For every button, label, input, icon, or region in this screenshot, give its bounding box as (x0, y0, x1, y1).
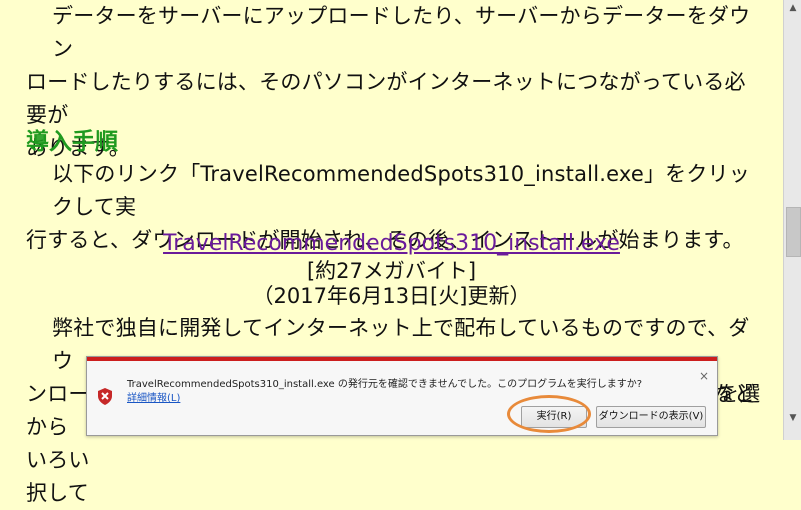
security-shield-icon (98, 388, 112, 405)
section-heading: 導入手順 (26, 129, 118, 155)
dialog-message: TravelRecommendedSpots310_install.exe の発… (127, 379, 643, 390)
scroll-thumb[interactable] (786, 207, 801, 257)
notice-line: 択して (26, 481, 89, 505)
run-button[interactable]: 実行(R) (521, 406, 587, 428)
notice-line-fragment: を選 (718, 382, 761, 406)
more-info-link[interactable]: 詳細情報(L) (127, 389, 180, 404)
view-downloads-button[interactable]: ダウンロードの表示(V) (596, 406, 706, 428)
steps-line: 以下のリンク「TravelRecommendedSpots310_install… (52, 162, 750, 219)
download-notification-bar: TravelRecommendedSpots310_install.exe の発… (86, 356, 718, 436)
download-link[interactable]: TravelRecommendedSpots310_install.exe (163, 231, 620, 256)
updated-label: （2017年6月13日[火]更新） (252, 284, 531, 308)
intro-paragraph: データーをサーバーにアップロードしたり、サーバーからデーターをダウン ロードした… (26, 0, 766, 165)
close-icon[interactable]: × (699, 369, 709, 383)
intro-line: データーをサーバーにアップロードしたり、サーバーからデーターをダウン (52, 4, 751, 61)
scroll-up-arrow-icon[interactable]: ▲ (784, 0, 801, 16)
scroll-down-arrow-icon[interactable]: ▼ (784, 410, 801, 426)
download-link-row: TravelRecommendedSpots310_install.exe (0, 229, 783, 258)
intro-line: ロードしたりするには、そのパソコンがインターネットにつながっている必要が (26, 70, 746, 127)
file-size-label: [約27メガバイト] (306, 259, 477, 283)
warning-bar (87, 357, 717, 361)
notice-line: いろい (26, 448, 90, 472)
vertical-scrollbar[interactable]: ▲ ▼ (783, 0, 801, 440)
